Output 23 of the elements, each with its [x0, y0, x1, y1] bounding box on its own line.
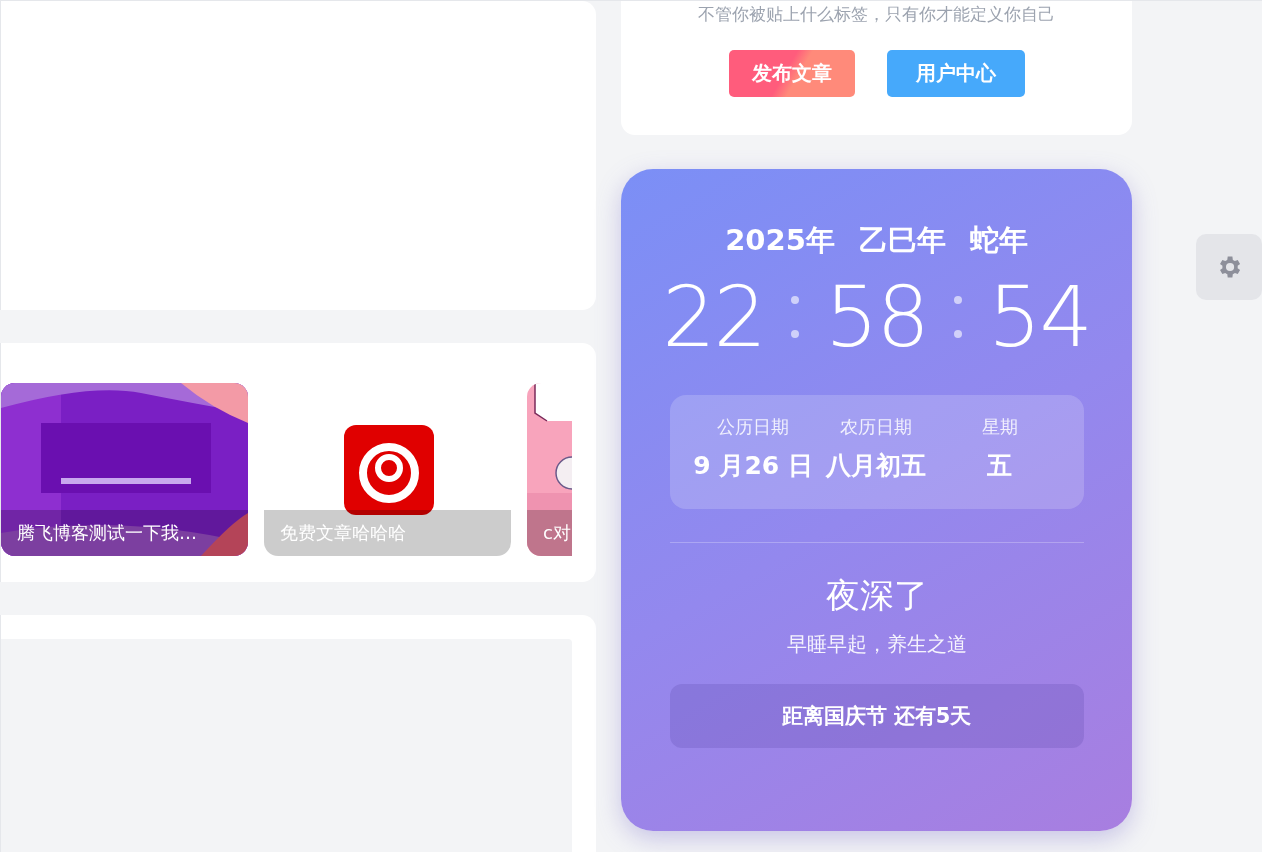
date-label: 星期 [981, 415, 1018, 439]
user-center-button[interactable]: 用户中心 [886, 50, 1025, 97]
time-digits: 22 [662, 275, 766, 359]
date-label: 公历日期 [717, 415, 790, 439]
time-digits: 54 [987, 275, 1091, 359]
motto-text: 不管你被贴上什么标签，只有你才能定义你自己 [698, 3, 1055, 26]
year-text: 2025年 [725, 222, 835, 259]
tip-text: 早睡早起，养生之道 [786, 631, 967, 658]
date-value: 9 月26 日 [693, 450, 813, 482]
article-title: 腾飞博客测试一下我… [17, 521, 197, 545]
date-label: 农历日期 [840, 415, 913, 439]
year-text: 蛇年 [969, 222, 1028, 259]
time-digits: 58 [825, 275, 928, 359]
article-title: c对 [543, 521, 571, 545]
year-text: 乙巳年 [858, 222, 946, 259]
countdown-text: 距离国庆节 还有5天 [781, 703, 972, 730]
article-thumbnail[interactable]: 腾飞博客测试一下我… [1, 383, 248, 556]
publish-button[interactable]: 发布文章 [728, 50, 855, 97]
date-value: 八月初五 [826, 450, 927, 482]
greeting-text: 夜深了 [825, 574, 928, 617]
settings-button[interactable] [1196, 234, 1262, 300]
article-thumbnail[interactable]: c对 [527, 383, 572, 556]
date-value: 五 [987, 450, 1013, 482]
